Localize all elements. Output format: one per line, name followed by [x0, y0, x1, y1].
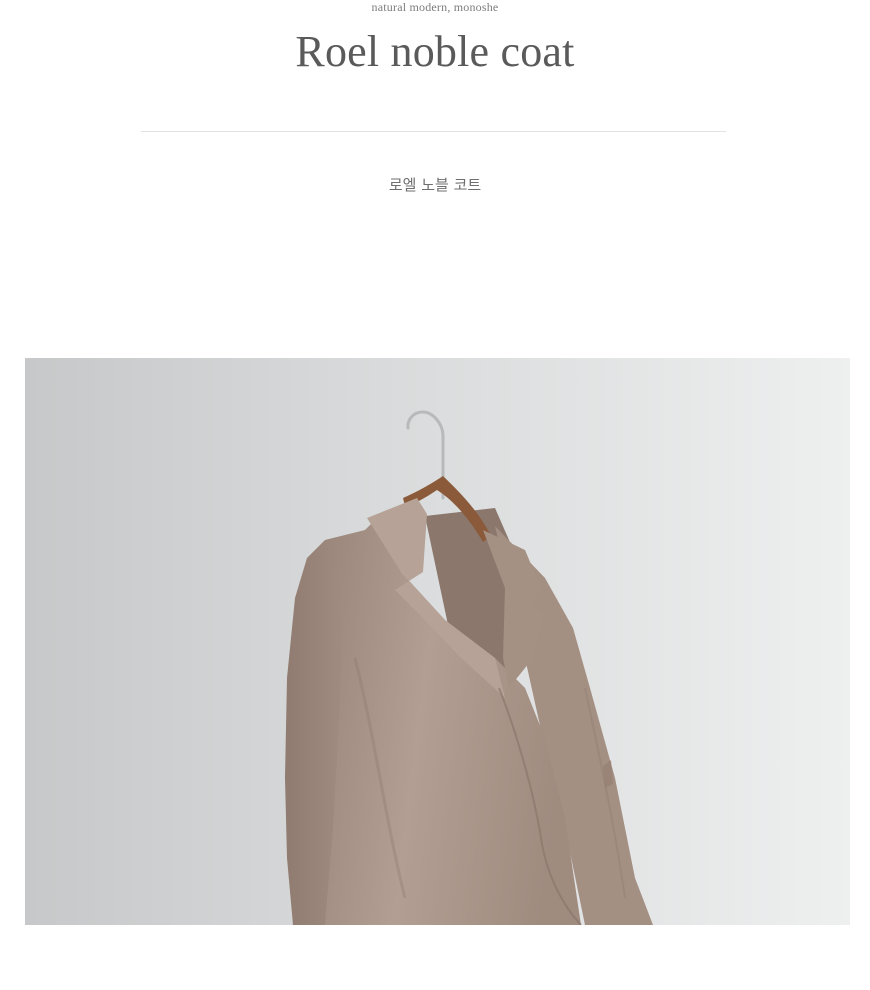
brand-tagline: natural modern, monoshe — [371, 0, 499, 14]
coat-illustration — [25, 358, 850, 925]
product-photo — [25, 358, 850, 925]
product-subtitle-korean: 로엘 노블 코트 — [388, 176, 482, 194]
product-title: Roel noble coat — [295, 27, 575, 76]
title-divider — [141, 131, 726, 132]
